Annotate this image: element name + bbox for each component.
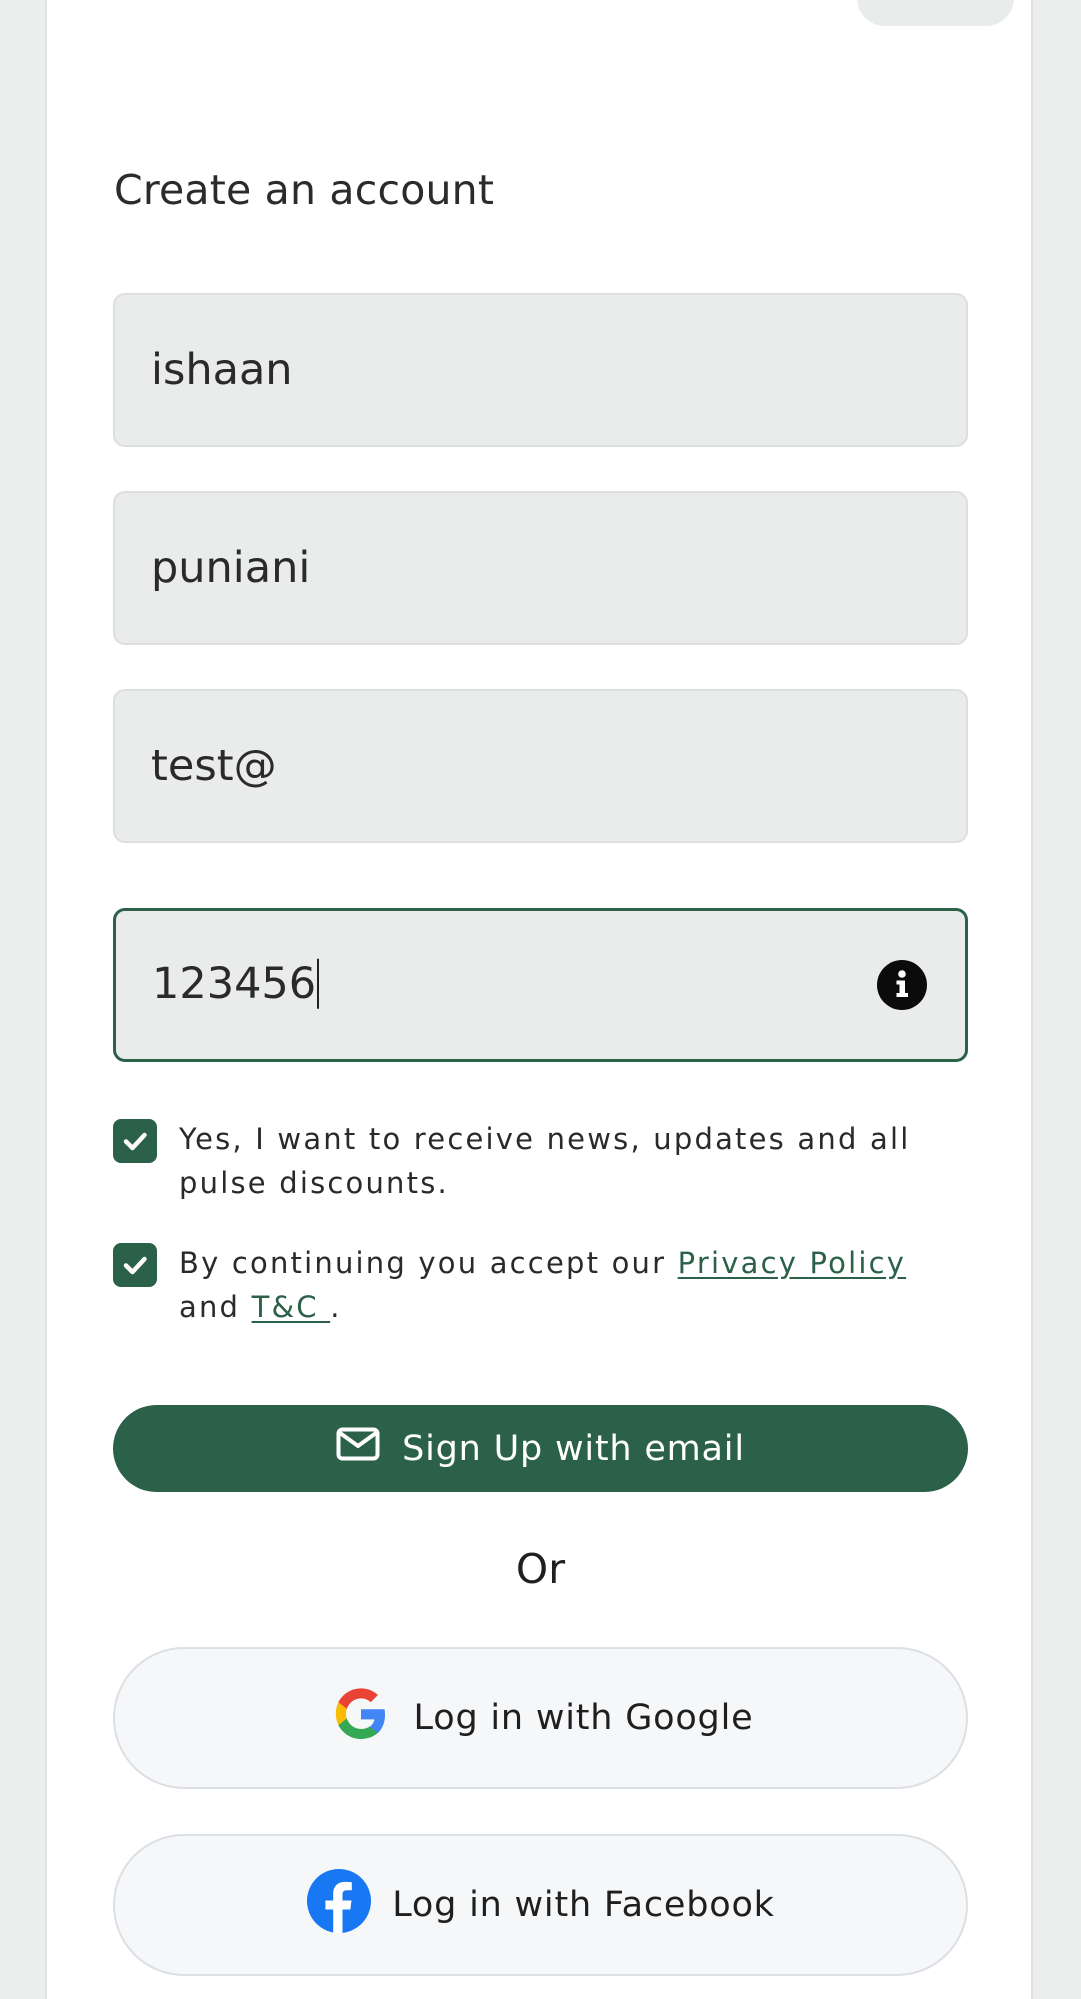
text-caret	[317, 958, 320, 1009]
email-field[interactable]: test@	[113, 689, 968, 843]
password-field[interactable]: 123456	[113, 908, 968, 1062]
terms-prefix: By continuing you accept our	[179, 1246, 678, 1280]
terms-and: and	[179, 1290, 252, 1324]
last-name-value: puniani	[151, 543, 311, 593]
newsletter-checkbox[interactable]	[113, 1119, 157, 1163]
terms-suffix: .	[330, 1290, 342, 1324]
google-logo-icon	[328, 1681, 394, 1756]
google-login-label: Log in with Google	[413, 1698, 754, 1738]
facebook-logo-icon	[306, 1868, 372, 1943]
checkmark-icon	[123, 1132, 147, 1151]
facebook-login-label: Log in with Facebook	[392, 1885, 775, 1925]
envelope-icon	[336, 1427, 380, 1470]
email-value: test@	[151, 741, 277, 791]
signup-email-button[interactable]: Sign Up with email	[113, 1405, 968, 1492]
tc-link[interactable]: T&C	[252, 1290, 331, 1324]
last-name-field[interactable]: puniani	[113, 491, 968, 645]
first-name-value: ishaan	[151, 345, 293, 395]
facebook-login-button[interactable]: Log in with Facebook	[113, 1834, 968, 1976]
page-title: Create an account	[114, 166, 495, 214]
newsletter-label: Yes, I want to receive news, updates and…	[179, 1122, 911, 1200]
password-value-wrap: 123456	[152, 958, 320, 1012]
info-icon[interactable]	[877, 960, 927, 1010]
first-name-field[interactable]: ishaan	[113, 293, 968, 447]
header-partial-button[interactable]	[857, 0, 1014, 26]
google-login-button[interactable]: Log in with Google	[113, 1647, 968, 1789]
or-divider: Or	[515, 1545, 566, 1593]
privacy-policy-link[interactable]: Privacy Policy	[678, 1246, 906, 1280]
terms-checkbox[interactable]	[113, 1243, 157, 1287]
terms-label: By continuing you accept our Privacy Pol…	[179, 1241, 969, 1329]
checkmark-icon	[123, 1256, 147, 1275]
password-value: 123456	[152, 958, 317, 1009]
signup-email-label: Sign Up with email	[402, 1428, 745, 1469]
